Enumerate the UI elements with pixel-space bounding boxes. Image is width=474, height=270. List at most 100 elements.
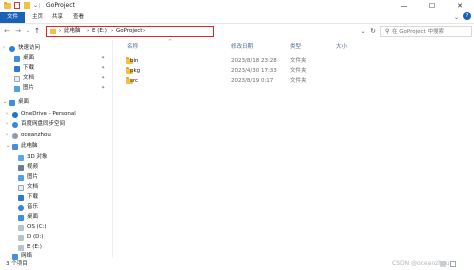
sort-arrow-icon: ^ — [168, 39, 173, 45]
nav-quick-access[interactable]: › 快速访问 — [0, 44, 112, 53]
nav-item-documents[interactable]: 文档 ✦ — [0, 74, 112, 83]
nav-music[interactable]: 音乐 — [0, 203, 112, 212]
nav-item-desktop[interactable]: 桌面 ✦ — [0, 54, 112, 63]
column-header-type[interactable]: 类型 — [290, 43, 301, 52]
breadcrumb-drive-e[interactable]: E (E:) — [92, 27, 107, 35]
pin-icon: ✦ — [101, 85, 106, 91]
minimize-button[interactable]: — — [390, 0, 418, 12]
computer-icon — [12, 143, 18, 150]
video-icon — [18, 164, 24, 171]
file-name: pkg — [130, 68, 141, 74]
back-arrow-icon[interactable]: ← — [2, 26, 12, 36]
column-header-name[interactable]: 名称 — [127, 43, 138, 52]
tab-view[interactable]: 查看 — [73, 12, 84, 23]
nav-item-pictures[interactable]: 图片 ✦ — [0, 84, 112, 93]
maximize-button[interactable]: ☐ — [418, 0, 446, 12]
sync-icon — [12, 121, 18, 128]
nav-item-downloads[interactable]: 下载 ✦ — [0, 64, 112, 73]
tab-file[interactable]: 文件 — [0, 12, 25, 23]
properties-icon[interactable] — [14, 2, 20, 9]
picture-icon — [14, 85, 20, 92]
nav-label: 桌面 — [18, 99, 30, 105]
nav-3d-objects[interactable]: 3D 对象 — [0, 153, 112, 162]
nav-onedrive[interactable]: › OneDrive - Personal — [0, 110, 112, 119]
nav-this-pc[interactable]: ⌄ 此电脑 — [0, 142, 112, 151]
search-input[interactable] — [392, 27, 470, 36]
expand-ribbon-icon[interactable]: ⌄ — [454, 13, 459, 22]
table-row[interactable]: src 2023/8/19 0:17 文件夹 — [120, 77, 474, 85]
nav-pane-divider[interactable] — [112, 40, 113, 258]
file-type: 文件夹 — [290, 58, 307, 64]
breadcrumb-this-pc[interactable]: 此电脑 — [64, 27, 81, 35]
pin-icon: ✦ — [101, 75, 106, 81]
title-separator: | — [39, 3, 41, 9]
nav-label: 百度网盘同步空间 — [21, 121, 66, 127]
nav-label: E (E:) — [27, 244, 42, 250]
cloud-icon — [12, 111, 18, 118]
drive-icon — [18, 224, 24, 231]
nav-videos[interactable]: 视频 — [0, 163, 112, 172]
desktop-icon — [14, 55, 20, 62]
document-icon — [18, 184, 24, 191]
file-type: 文件夹 — [290, 78, 307, 84]
file-type: 文件夹 — [290, 68, 307, 74]
nav-label: 图片 — [23, 85, 35, 91]
address-bar[interactable]: › 此电脑 › E (E:) › GoProject › — [46, 26, 214, 37]
refresh-icon[interactable]: ↻ — [368, 26, 378, 37]
nav-documents[interactable]: 文档 — [0, 183, 112, 192]
file-name: bin — [130, 58, 139, 64]
nav-label: 下载 — [27, 194, 39, 200]
tab-home[interactable]: 主页 — [32, 12, 43, 23]
nav-pictures[interactable]: 图片 — [0, 173, 112, 182]
breadcrumb-separator[interactable]: › — [87, 27, 89, 35]
forward-arrow-icon[interactable]: → — [13, 26, 23, 36]
address-dropdown-icon[interactable]: ⌄ — [358, 26, 368, 37]
close-button[interactable]: ✕ — [446, 0, 474, 12]
up-arrow-icon[interactable]: ↑ — [32, 26, 42, 36]
column-header-date[interactable]: 修改日期 — [231, 43, 253, 52]
nav-label: 文档 — [27, 184, 39, 190]
nav-desktop-pc[interactable]: 桌面 — [0, 213, 112, 222]
nav-label: 桌面 — [23, 55, 35, 61]
nav-downloads[interactable]: 下载 — [0, 193, 112, 202]
nav-label: 音乐 — [27, 204, 39, 210]
breadcrumb-goproject[interactable]: GoProject — [116, 27, 142, 35]
user-icon — [12, 132, 18, 139]
column-header-size[interactable]: 大小 — [336, 43, 347, 52]
watermark: CSDN @oceanzhou — [392, 260, 450, 267]
nav-drive-c[interactable]: OS (C:) — [0, 223, 112, 232]
3d-objects-icon — [18, 154, 24, 161]
music-icon — [18, 204, 24, 211]
new-folder-icon[interactable] — [24, 2, 30, 9]
nav-baidu[interactable]: › 百度网盘同步空间 — [0, 120, 112, 129]
folder-icon — [4, 1, 11, 9]
breadcrumb-separator[interactable]: › — [59, 27, 61, 35]
desktop-icon — [9, 99, 15, 106]
nav-label: OS (C:) — [27, 224, 47, 230]
search-box[interactable]: ⚲ — [380, 26, 472, 37]
nav-label: 3D 对象 — [27, 154, 48, 160]
nav-drive-e[interactable]: E (E:) — [0, 243, 112, 252]
tab-share[interactable]: 共享 — [52, 12, 63, 23]
table-row[interactable]: pkg 2023/4/30 17:33 文件夹 — [120, 67, 474, 75]
desktop-icon — [18, 214, 24, 221]
nav-user[interactable]: › oceanzhou — [0, 131, 112, 140]
table-row[interactable]: bin 2023/8/18 23:28 文件夹 — [120, 57, 474, 65]
breadcrumb-separator[interactable]: › — [111, 27, 113, 35]
drive-icon — [18, 244, 24, 251]
file-name: src — [130, 78, 139, 84]
download-icon — [18, 194, 24, 201]
breadcrumb-separator[interactable]: › — [143, 27, 145, 35]
pin-icon: ✦ — [101, 65, 106, 71]
download-icon — [14, 65, 20, 72]
document-icon — [14, 75, 20, 82]
nav-desktop[interactable]: ⌄ 桌面 — [0, 98, 112, 107]
large-icons-view-icon[interactable] — [450, 261, 456, 267]
folder-icon — [50, 28, 56, 34]
pin-icon: ✦ — [101, 55, 106, 61]
help-icon[interactable]: ? — [463, 12, 471, 20]
nav-label: 桌面 — [27, 214, 39, 220]
picture-icon — [18, 174, 24, 181]
customize-quick-access-icon[interactable]: ⌄ — [33, 1, 38, 11]
nav-drive-d[interactable]: D (D:) — [0, 233, 112, 242]
